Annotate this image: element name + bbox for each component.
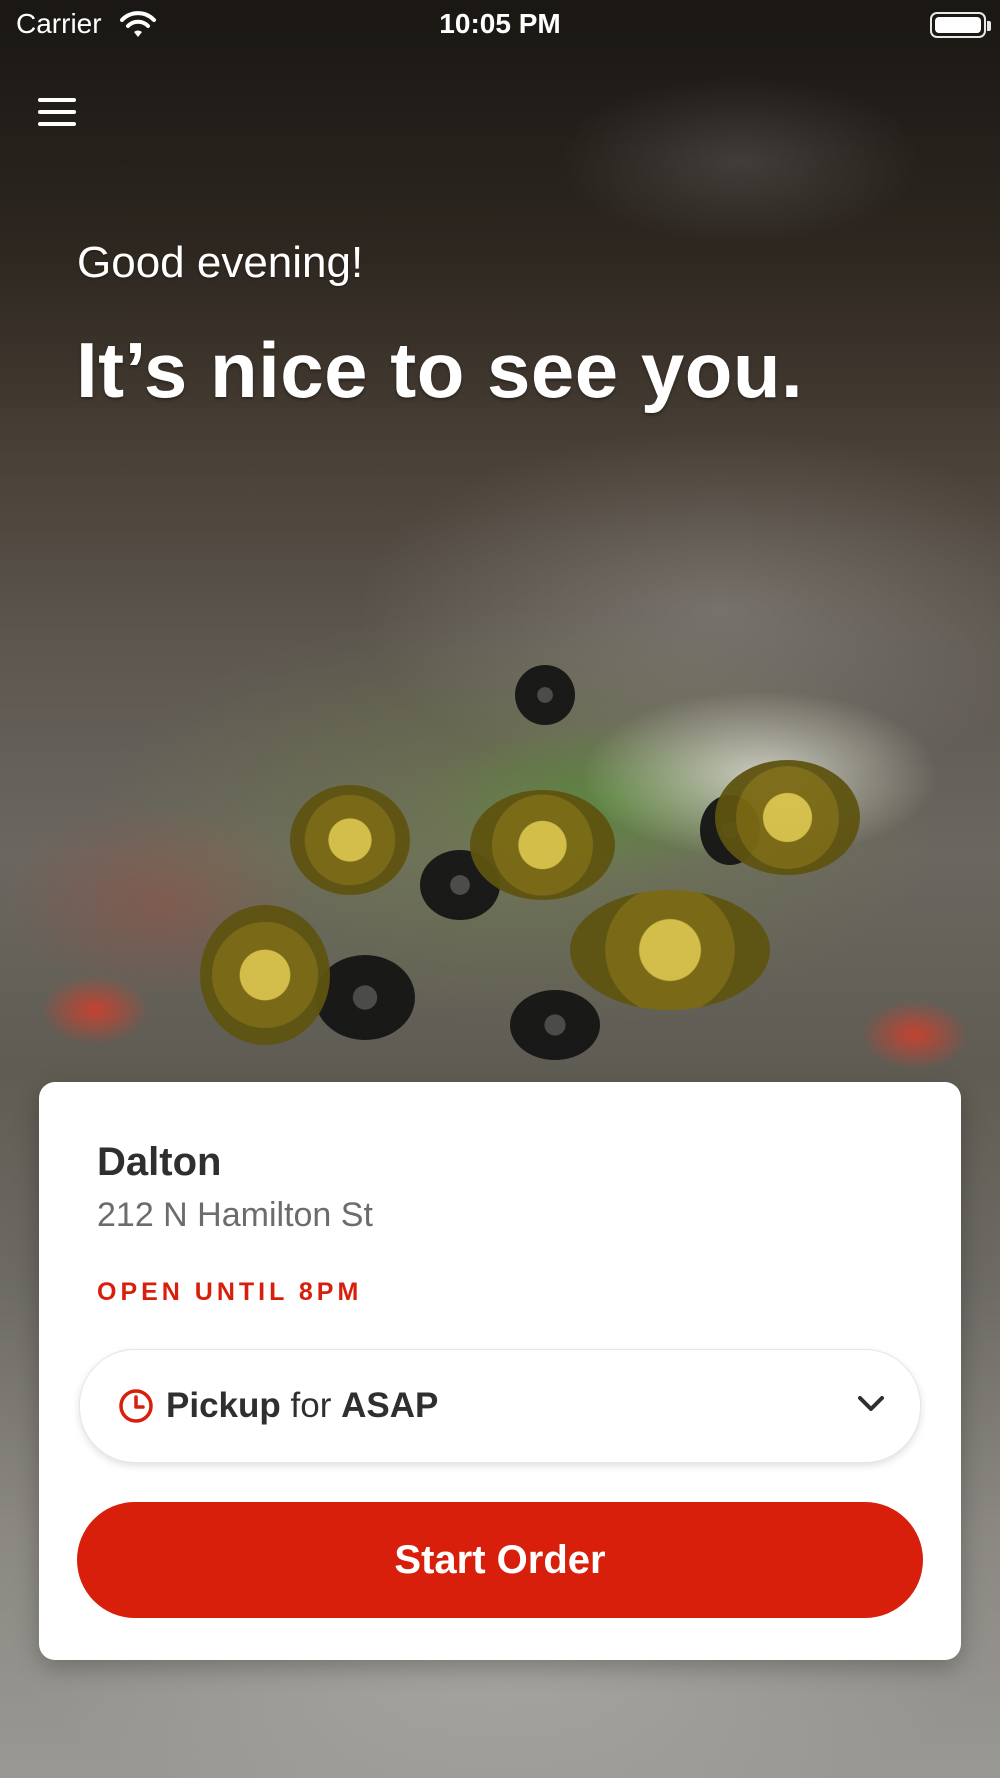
store-hours: OPEN UNTIL 8PM <box>97 1278 363 1306</box>
battery-nub <box>987 21 991 31</box>
start-order-button[interactable]: Start Order <box>77 1502 923 1618</box>
chevron-down-icon <box>858 1396 884 1411</box>
store-card: Dalton 212 N Hamilton St OPEN UNTIL 8PM … <box>39 1082 961 1660</box>
status-bar: Carrier 10:05 PM <box>0 0 1000 50</box>
order-connector: for <box>290 1386 332 1425</box>
welcome-headline: It’s nice to see you. <box>76 326 804 414</box>
greeting-text: Good evening! <box>77 238 364 287</box>
battery-fill <box>935 17 981 33</box>
order-mode: Pickup <box>166 1386 281 1425</box>
clock-icon <box>119 1389 153 1423</box>
status-time: 10:05 PM <box>439 8 561 39</box>
order-time: ASAP <box>341 1386 439 1425</box>
menu-line <box>38 122 76 126</box>
battery-icon <box>930 12 991 38</box>
store-name: Dalton <box>97 1140 222 1184</box>
app-screen: Carrier 10:05 PM Good evening! It’s nice… <box>0 0 1000 1778</box>
order-type-dropdown[interactable]: Pickup for ASAP <box>79 1349 921 1463</box>
order-type-text: Pickup for ASAP <box>166 1386 438 1426</box>
store-address: 212 N Hamilton St <box>97 1196 373 1234</box>
menu-line <box>38 110 76 114</box>
hamburger-menu-icon[interactable] <box>36 92 80 132</box>
menu-line <box>38 98 76 102</box>
